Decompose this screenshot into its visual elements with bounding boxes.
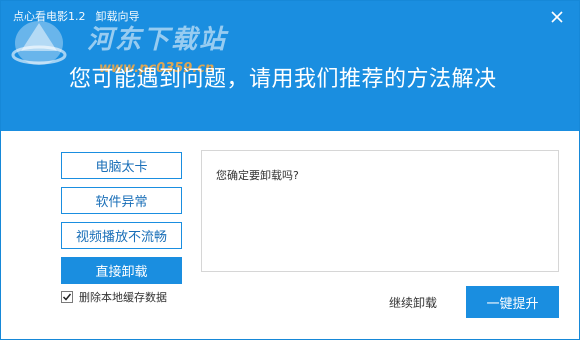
reason-button-lag[interactable]: 电脑太卡 [61, 152, 182, 179]
reason-button-video[interactable]: 视频播放不流畅 [61, 222, 182, 249]
header-banner: 河东下载站 www.pc0359.cn 点心看电影1.2 卸载向导 您可能遇到问… [1, 1, 579, 131]
speedup-button[interactable]: 一键提升 [466, 286, 559, 318]
checkbox-label: 删除本地缓存数据 [79, 291, 167, 304]
clear-cache-option[interactable]: 删除本地缓存数据 [61, 289, 167, 305]
wizard-title: 卸载向导 [95, 10, 140, 23]
reason-button-error[interactable]: 软件异常 [61, 187, 182, 214]
message-box: 您确定要卸载吗? [201, 150, 559, 272]
uninstall-window: 河东下载站 www.pc0359.cn 点心看电影1.2 卸载向导 您可能遇到问… [0, 0, 580, 340]
title-bar: 点心看电影1.2 卸载向导 [13, 7, 140, 25]
close-icon[interactable] [549, 9, 565, 25]
headline: 您可能遇到问题，请用我们推荐的方法解决 [69, 67, 497, 92]
app-title: 点心看电影1.2 [13, 10, 86, 23]
continue-uninstall-link[interactable]: 继续卸载 [389, 294, 437, 311]
checkmark-icon [62, 293, 72, 301]
message-text: 您确定要卸载吗? [216, 169, 299, 182]
reason-button-uninstall[interactable]: 直接卸载 [61, 257, 182, 284]
checkbox[interactable] [61, 291, 73, 303]
